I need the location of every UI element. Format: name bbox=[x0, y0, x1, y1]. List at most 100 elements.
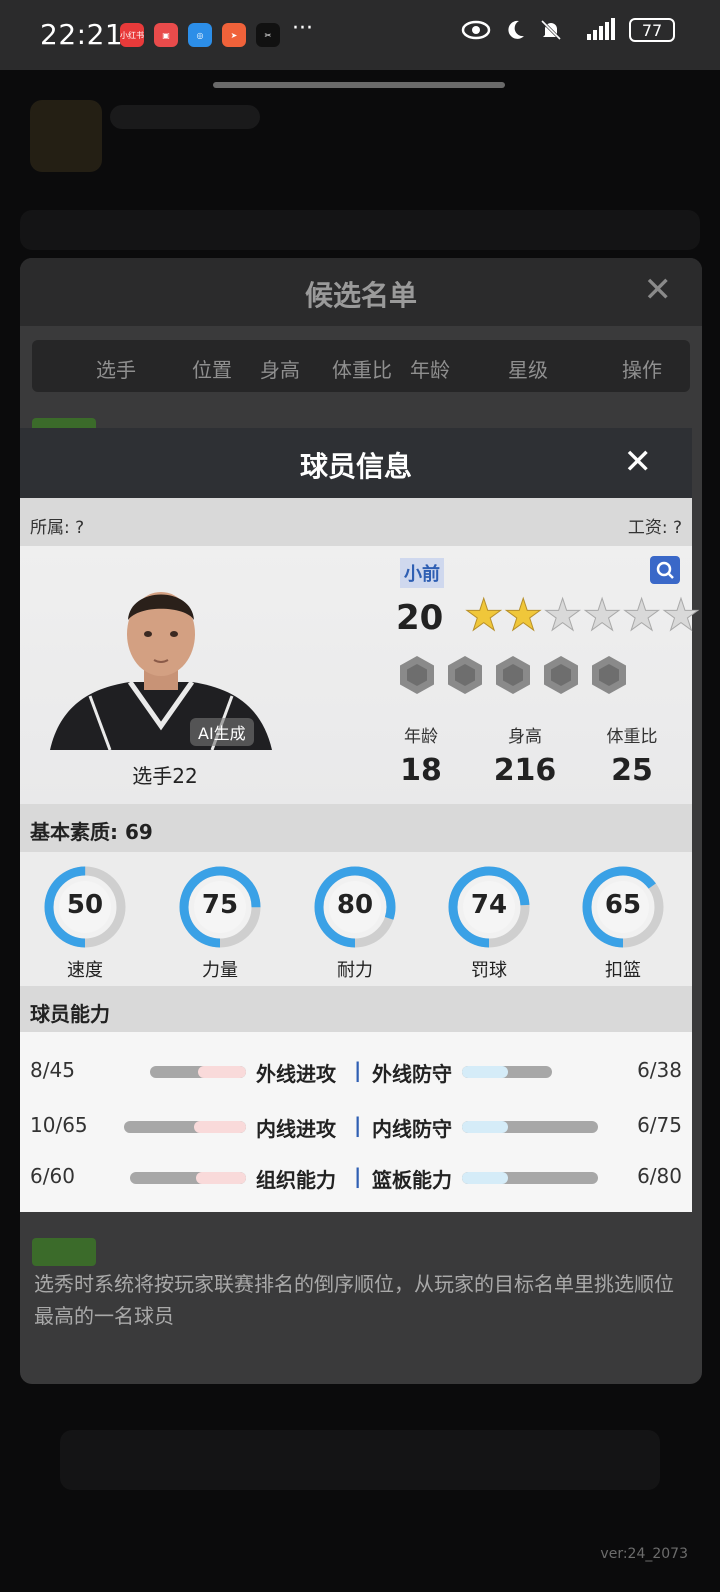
battery-indicator: 77 bbox=[629, 18, 675, 42]
ability-right-value: 6/38 bbox=[637, 1058, 682, 1082]
ability-left-name: 组织能力 bbox=[256, 1168, 336, 1192]
badge-slot-icon bbox=[400, 656, 434, 694]
stat-ring-value: 75 bbox=[201, 890, 239, 920]
salary-label: 工资: ? bbox=[627, 518, 682, 538]
status-right: 77 bbox=[461, 18, 675, 42]
ability-label: 球员能力 bbox=[30, 1002, 110, 1026]
stat-ring: 65 扣篮 bbox=[578, 862, 668, 982]
col-stars: 星级 bbox=[508, 358, 548, 382]
player-info-dialog: 球员信息 ✕ 所属: ? 工资: ? AI生成 选手22 小前 20 ★ ★ ★… bbox=[20, 428, 701, 1212]
basic-stats: 50 速度 75 力量 80 耐力 74 罚球 65 扣篮 bbox=[20, 852, 692, 986]
star-empty-icon: ★ bbox=[621, 590, 662, 641]
overall-rating: 20 bbox=[396, 598, 444, 638]
col-age: 年龄 bbox=[410, 358, 450, 382]
candidate-close-icon[interactable]: ✕ bbox=[644, 270, 673, 310]
col-position: 位置 bbox=[192, 358, 232, 382]
eye-icon bbox=[461, 20, 491, 40]
ability-right-fill bbox=[462, 1121, 508, 1133]
mute-bell-icon bbox=[540, 19, 562, 41]
ability-right-name: 篮板能力 bbox=[372, 1168, 452, 1192]
ability-right-bar bbox=[462, 1172, 598, 1184]
basic-quality-header: 基本素质: 69 bbox=[20, 804, 692, 852]
belong-label: 所属: ? bbox=[30, 518, 85, 538]
ability-right-bar bbox=[462, 1121, 598, 1133]
draft-rule-text: 选秀时系统将按玩家联赛排名的倒序顺位，从玩家的目标名单里挑选顺位最高的一名球员 bbox=[34, 1272, 674, 1328]
stat-ring-label: 速度 bbox=[67, 960, 103, 981]
ability-right-name: 内线防守 bbox=[372, 1117, 452, 1141]
ability-right-fill bbox=[462, 1066, 508, 1078]
candidate-list-title: 候选名单 bbox=[304, 279, 417, 312]
ability-left-fill bbox=[194, 1121, 246, 1133]
attr-weight-ratio-value: 25 bbox=[611, 753, 653, 788]
player-info-title: 球员信息 bbox=[299, 450, 412, 483]
moon-icon bbox=[508, 20, 524, 39]
ability-separator: | bbox=[354, 1113, 362, 1137]
badge-slots bbox=[400, 656, 626, 694]
status-bar: 22:21 小红书 ▣ ◎ ➤ ✂ ··· 77 bbox=[0, 0, 720, 70]
more-notifications: ··· bbox=[292, 16, 313, 41]
star-filled-icon: ★ bbox=[503, 590, 543, 641]
ability-left-fill bbox=[196, 1172, 246, 1184]
col-player: 选手 bbox=[96, 358, 136, 382]
ability-right-name: 外线防守 bbox=[372, 1062, 452, 1086]
col-weight-ratio: 体重比 bbox=[332, 358, 392, 382]
ability-right-bar bbox=[462, 1066, 552, 1078]
star-empty-icon: ★ bbox=[542, 590, 583, 641]
badge-slot-icon bbox=[592, 656, 626, 694]
ability-row: 10/65 内线进攻 | 内线防守 6/75 bbox=[20, 1105, 692, 1145]
attr-height: 身高 216 bbox=[480, 722, 570, 788]
calendar-app-icon: ▣ bbox=[154, 23, 178, 47]
stat-ring: 74 罚球 bbox=[444, 862, 534, 982]
ability-left-value: 8/45 bbox=[30, 1058, 75, 1082]
xiaohongshu-icon: 小红书 bbox=[120, 23, 144, 47]
belong-salary-row: 所属: ? 工资: ? bbox=[20, 498, 692, 546]
ai-generated-badge: AI生成 bbox=[190, 718, 254, 746]
badge-slot-icon bbox=[544, 656, 578, 694]
bg-bottom bbox=[60, 1430, 660, 1490]
ability-list: 8/45 外线进攻 | 外线防守 6/38 10/65 内线进攻 | 内线防守 … bbox=[20, 1032, 692, 1212]
badge-slot-icon bbox=[448, 656, 482, 694]
col-height: 身高 bbox=[260, 358, 300, 382]
stat-ring-value: 74 bbox=[470, 890, 508, 920]
bg-avatar bbox=[30, 100, 102, 172]
player-info-header: 球员信息 ✕ bbox=[20, 428, 692, 498]
status-time: 22:21 bbox=[40, 18, 124, 51]
attr-height-value: 216 bbox=[493, 753, 557, 788]
ability-left-bar bbox=[124, 1121, 246, 1133]
search-button[interactable] bbox=[650, 556, 680, 584]
star-empty-icon: ★ bbox=[661, 590, 701, 641]
browser-icon: ◎ bbox=[188, 23, 212, 47]
ability-header: 球员能力 bbox=[20, 986, 692, 1034]
bg-bar bbox=[20, 210, 700, 250]
stat-ring-label: 力量 bbox=[202, 960, 238, 981]
signal-icon bbox=[587, 18, 615, 40]
ability-separator: | bbox=[354, 1164, 362, 1188]
badge-slot-icon bbox=[496, 656, 530, 694]
ability-separator: | bbox=[354, 1058, 362, 1082]
candidate-row[interactable] bbox=[32, 1238, 96, 1266]
player-profile: AI生成 选手22 小前 20 ★ ★ ★ ★ ★ ★ 年龄 18 身高 216 体重比 … bbox=[20, 546, 701, 804]
stat-ring-value: 80 bbox=[336, 890, 374, 920]
send-app-icon: ➤ bbox=[222, 23, 246, 47]
close-icon[interactable]: ✕ bbox=[624, 442, 653, 482]
star-filled-icon: ★ bbox=[463, 590, 504, 641]
attr-age-value: 18 bbox=[400, 753, 442, 788]
candidate-table-header: 选手 位置 身高 体重比 年龄 星级 操作 bbox=[32, 340, 690, 392]
ability-right-value: 6/75 bbox=[637, 1113, 682, 1137]
stat-ring-label: 扣篮 bbox=[605, 960, 641, 981]
col-action: 操作 bbox=[622, 358, 662, 382]
ability-left-value: 6/60 bbox=[30, 1164, 75, 1188]
ability-row: 8/45 外线进攻 | 外线防守 6/38 bbox=[20, 1050, 692, 1090]
stat-ring-value: 50 bbox=[66, 890, 104, 920]
attr-age: 年龄 18 bbox=[388, 722, 454, 788]
stat-ring: 80 耐力 bbox=[310, 862, 400, 982]
ability-left-bar bbox=[130, 1172, 246, 1184]
drag-handle[interactable] bbox=[213, 82, 505, 88]
ability-row: 6/60 组织能力 | 篮板能力 6/80 bbox=[20, 1156, 692, 1196]
attr-age-label: 年龄 bbox=[404, 727, 438, 747]
attr-height-label: 身高 bbox=[508, 727, 542, 747]
star-empty-icon: ★ bbox=[582, 590, 622, 641]
search-icon bbox=[656, 561, 674, 579]
version-label: ver:24_2073 bbox=[600, 1546, 688, 1562]
position-badge: 小前 bbox=[400, 558, 444, 588]
